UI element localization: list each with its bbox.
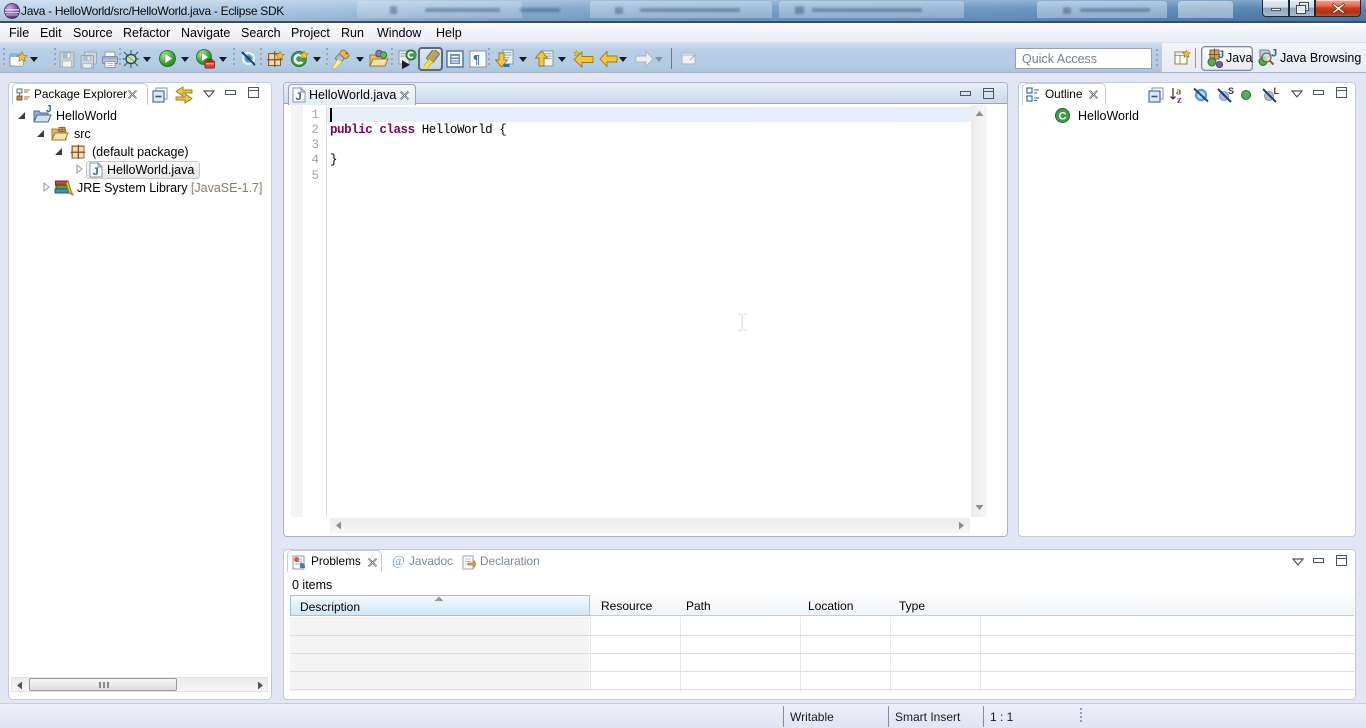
- svg-text:J: J: [93, 166, 99, 178]
- svg-text:L: L: [1274, 86, 1280, 96]
- svg-text:J: J: [1271, 48, 1277, 60]
- svg-text:S: S: [1228, 86, 1234, 96]
- svg-text:J: J: [46, 104, 52, 115]
- svg-text:J: J: [296, 91, 302, 103]
- svg-text:¶: ¶: [473, 52, 480, 67]
- svg-text:z: z: [1177, 95, 1182, 104]
- svg-text:C: C: [1059, 111, 1067, 123]
- svg-text:J: J: [1218, 49, 1224, 61]
